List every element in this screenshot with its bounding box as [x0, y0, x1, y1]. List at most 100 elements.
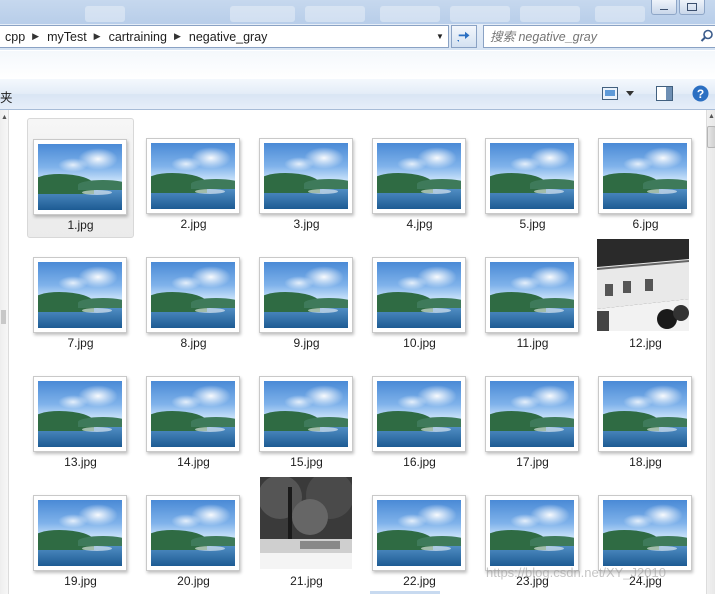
landscape-thumbnail — [259, 376, 353, 452]
toolbar-partial-label[interactable]: 夹 — [0, 87, 13, 106]
file-item[interactable]: 4.jpg — [367, 118, 472, 236]
file-name-label: 7.jpg — [67, 336, 94, 350]
file-item[interactable]: 14.jpg — [141, 356, 246, 474]
file-name-label: 1.jpg — [67, 218, 94, 232]
breadcrumb-item[interactable]: negative_gray — [184, 30, 272, 44]
breadcrumb-item[interactable]: cpp — [0, 30, 29, 44]
breadcrumb-separator-icon[interactable]: ▶ — [171, 31, 184, 42]
file-name-label: 8.jpg — [180, 336, 207, 350]
file-name-label: 16.jpg — [403, 455, 436, 469]
file-name-label: 3.jpg — [293, 217, 320, 231]
file-name-label: 14.jpg — [177, 455, 210, 469]
file-item[interactable]: 9.jpg — [254, 237, 359, 355]
file-item[interactable]: 6.jpg — [593, 118, 698, 236]
file-item[interactable]: 17.jpg — [480, 356, 585, 474]
command-toolbar: 夹 ? — [0, 79, 715, 110]
breadcrumb-separator-icon[interactable]: ▶ — [91, 31, 104, 42]
landscape-thumbnail — [33, 257, 127, 333]
file-item[interactable]: 3.jpg — [254, 118, 359, 236]
breadcrumb-separator-icon[interactable]: ▶ — [29, 31, 42, 42]
landscape-thumbnail — [146, 495, 240, 571]
landscape-thumbnail — [146, 138, 240, 214]
landscape-thumbnail — [598, 495, 692, 571]
preview-pane-icon[interactable] — [656, 86, 673, 101]
grayscale-building-photo — [597, 239, 689, 331]
refresh-button[interactable] — [451, 25, 477, 48]
file-item[interactable]: 18.jpg — [593, 356, 698, 474]
breadcrumb-item[interactable]: cartraining — [104, 30, 171, 44]
file-name-label: 18.jpg — [629, 455, 662, 469]
file-name-label: 2.jpg — [180, 217, 207, 231]
file-item[interactable]: 21.jpg — [254, 475, 359, 593]
landscape-thumbnail — [598, 376, 692, 452]
window-title-area — [0, 0, 715, 26]
file-name-label: 19.jpg — [64, 574, 97, 588]
file-name-label: 12.jpg — [629, 336, 662, 350]
file-item[interactable]: 5.jpg — [480, 118, 585, 236]
file-item[interactable]: 2.jpg — [141, 118, 246, 236]
landscape-thumbnail — [33, 139, 127, 215]
left-scrollbar-thumb[interactable] — [1, 310, 6, 324]
window-controls — [651, 0, 705, 15]
grayscale-park-photo — [260, 477, 352, 569]
file-item[interactable]: 12.jpg — [593, 237, 698, 355]
change-view-button[interactable] — [602, 87, 634, 100]
file-name-label: 4.jpg — [406, 217, 433, 231]
file-name-label: 11.jpg — [516, 336, 549, 350]
maximize-button[interactable] — [679, 0, 705, 15]
file-name-label: 17.jpg — [516, 455, 549, 469]
file-item[interactable]: 13.jpg — [28, 356, 133, 474]
file-item[interactable]: 22.jpg — [367, 475, 472, 593]
file-item[interactable]: 10.jpg — [367, 237, 472, 355]
file-item[interactable]: 20.jpg — [141, 475, 246, 593]
file-name-label: 22.jpg — [403, 574, 436, 588]
help-icon[interactable]: ? — [692, 85, 709, 102]
file-item[interactable]: 16.jpg — [367, 356, 472, 474]
svg-text:?: ? — [697, 87, 704, 101]
file-name-label: 5.jpg — [519, 217, 546, 231]
landscape-thumbnail — [598, 138, 692, 214]
file-name-label: 21.jpg — [290, 574, 323, 588]
landscape-thumbnail — [259, 138, 353, 214]
address-bar-row: cpp ▶ myTest ▶ cartraining ▶ negative_gray ▼ — [0, 24, 715, 50]
landscape-thumbnail — [485, 138, 579, 214]
scroll-up-icon[interactable]: ▲ — [1, 114, 8, 121]
file-item[interactable]: 8.jpg — [141, 237, 246, 355]
file-name-label: 6.jpg — [632, 217, 659, 231]
address-bar[interactable]: cpp ▶ myTest ▶ cartraining ▶ negative_gray ▼ — [0, 25, 449, 48]
left-scrollbar[interactable]: ▲ — [0, 110, 9, 594]
file-item[interactable]: 19.jpg — [28, 475, 133, 593]
menu-band — [0, 51, 715, 79]
file-item[interactable]: 1.jpg — [27, 118, 134, 238]
watermark-text: https://blog.csdn.net/XY_J2010 — [486, 565, 666, 580]
breadcrumb-item[interactable]: myTest — [42, 30, 91, 44]
landscape-thumbnail — [259, 257, 353, 333]
landscape-thumbnail — [485, 257, 579, 333]
minimize-button[interactable] — [651, 0, 677, 15]
file-item[interactable]: 15.jpg — [254, 356, 359, 474]
chevron-down-icon — [626, 91, 634, 96]
file-name-label: 9.jpg — [293, 336, 320, 350]
file-list-view: ▲ ▲ 1.jpg 2.jpg 3.jpg 4.jpg 5.jpg 6.jpg 7.jpg 8… — [0, 110, 715, 594]
file-name-label: 13.jpg — [64, 455, 97, 469]
landscape-thumbnail — [372, 495, 466, 571]
scroll-up-icon[interactable]: ▲ — [708, 113, 715, 120]
vertical-scrollbar[interactable]: ▲ — [706, 110, 715, 594]
search-box[interactable] — [483, 25, 715, 48]
landscape-thumbnail — [146, 376, 240, 452]
vertical-scrollbar-thumb[interactable] — [707, 126, 715, 148]
file-name-label: 15.jpg — [290, 455, 323, 469]
landscape-thumbnail — [485, 495, 579, 571]
landscape-thumbnail — [485, 376, 579, 452]
file-name-label: 20.jpg — [177, 574, 210, 588]
search-icon[interactable] — [700, 29, 714, 43]
address-dropdown-icon[interactable]: ▼ — [432, 26, 448, 47]
landscape-thumbnail — [146, 257, 240, 333]
landscape-thumbnail — [33, 495, 127, 571]
refresh-icon — [457, 31, 470, 42]
file-item[interactable]: 7.jpg — [28, 237, 133, 355]
change-view-icon — [602, 87, 618, 100]
file-item[interactable]: 11.jpg — [480, 237, 585, 355]
search-input[interactable] — [484, 28, 692, 45]
landscape-thumbnail — [372, 138, 466, 214]
